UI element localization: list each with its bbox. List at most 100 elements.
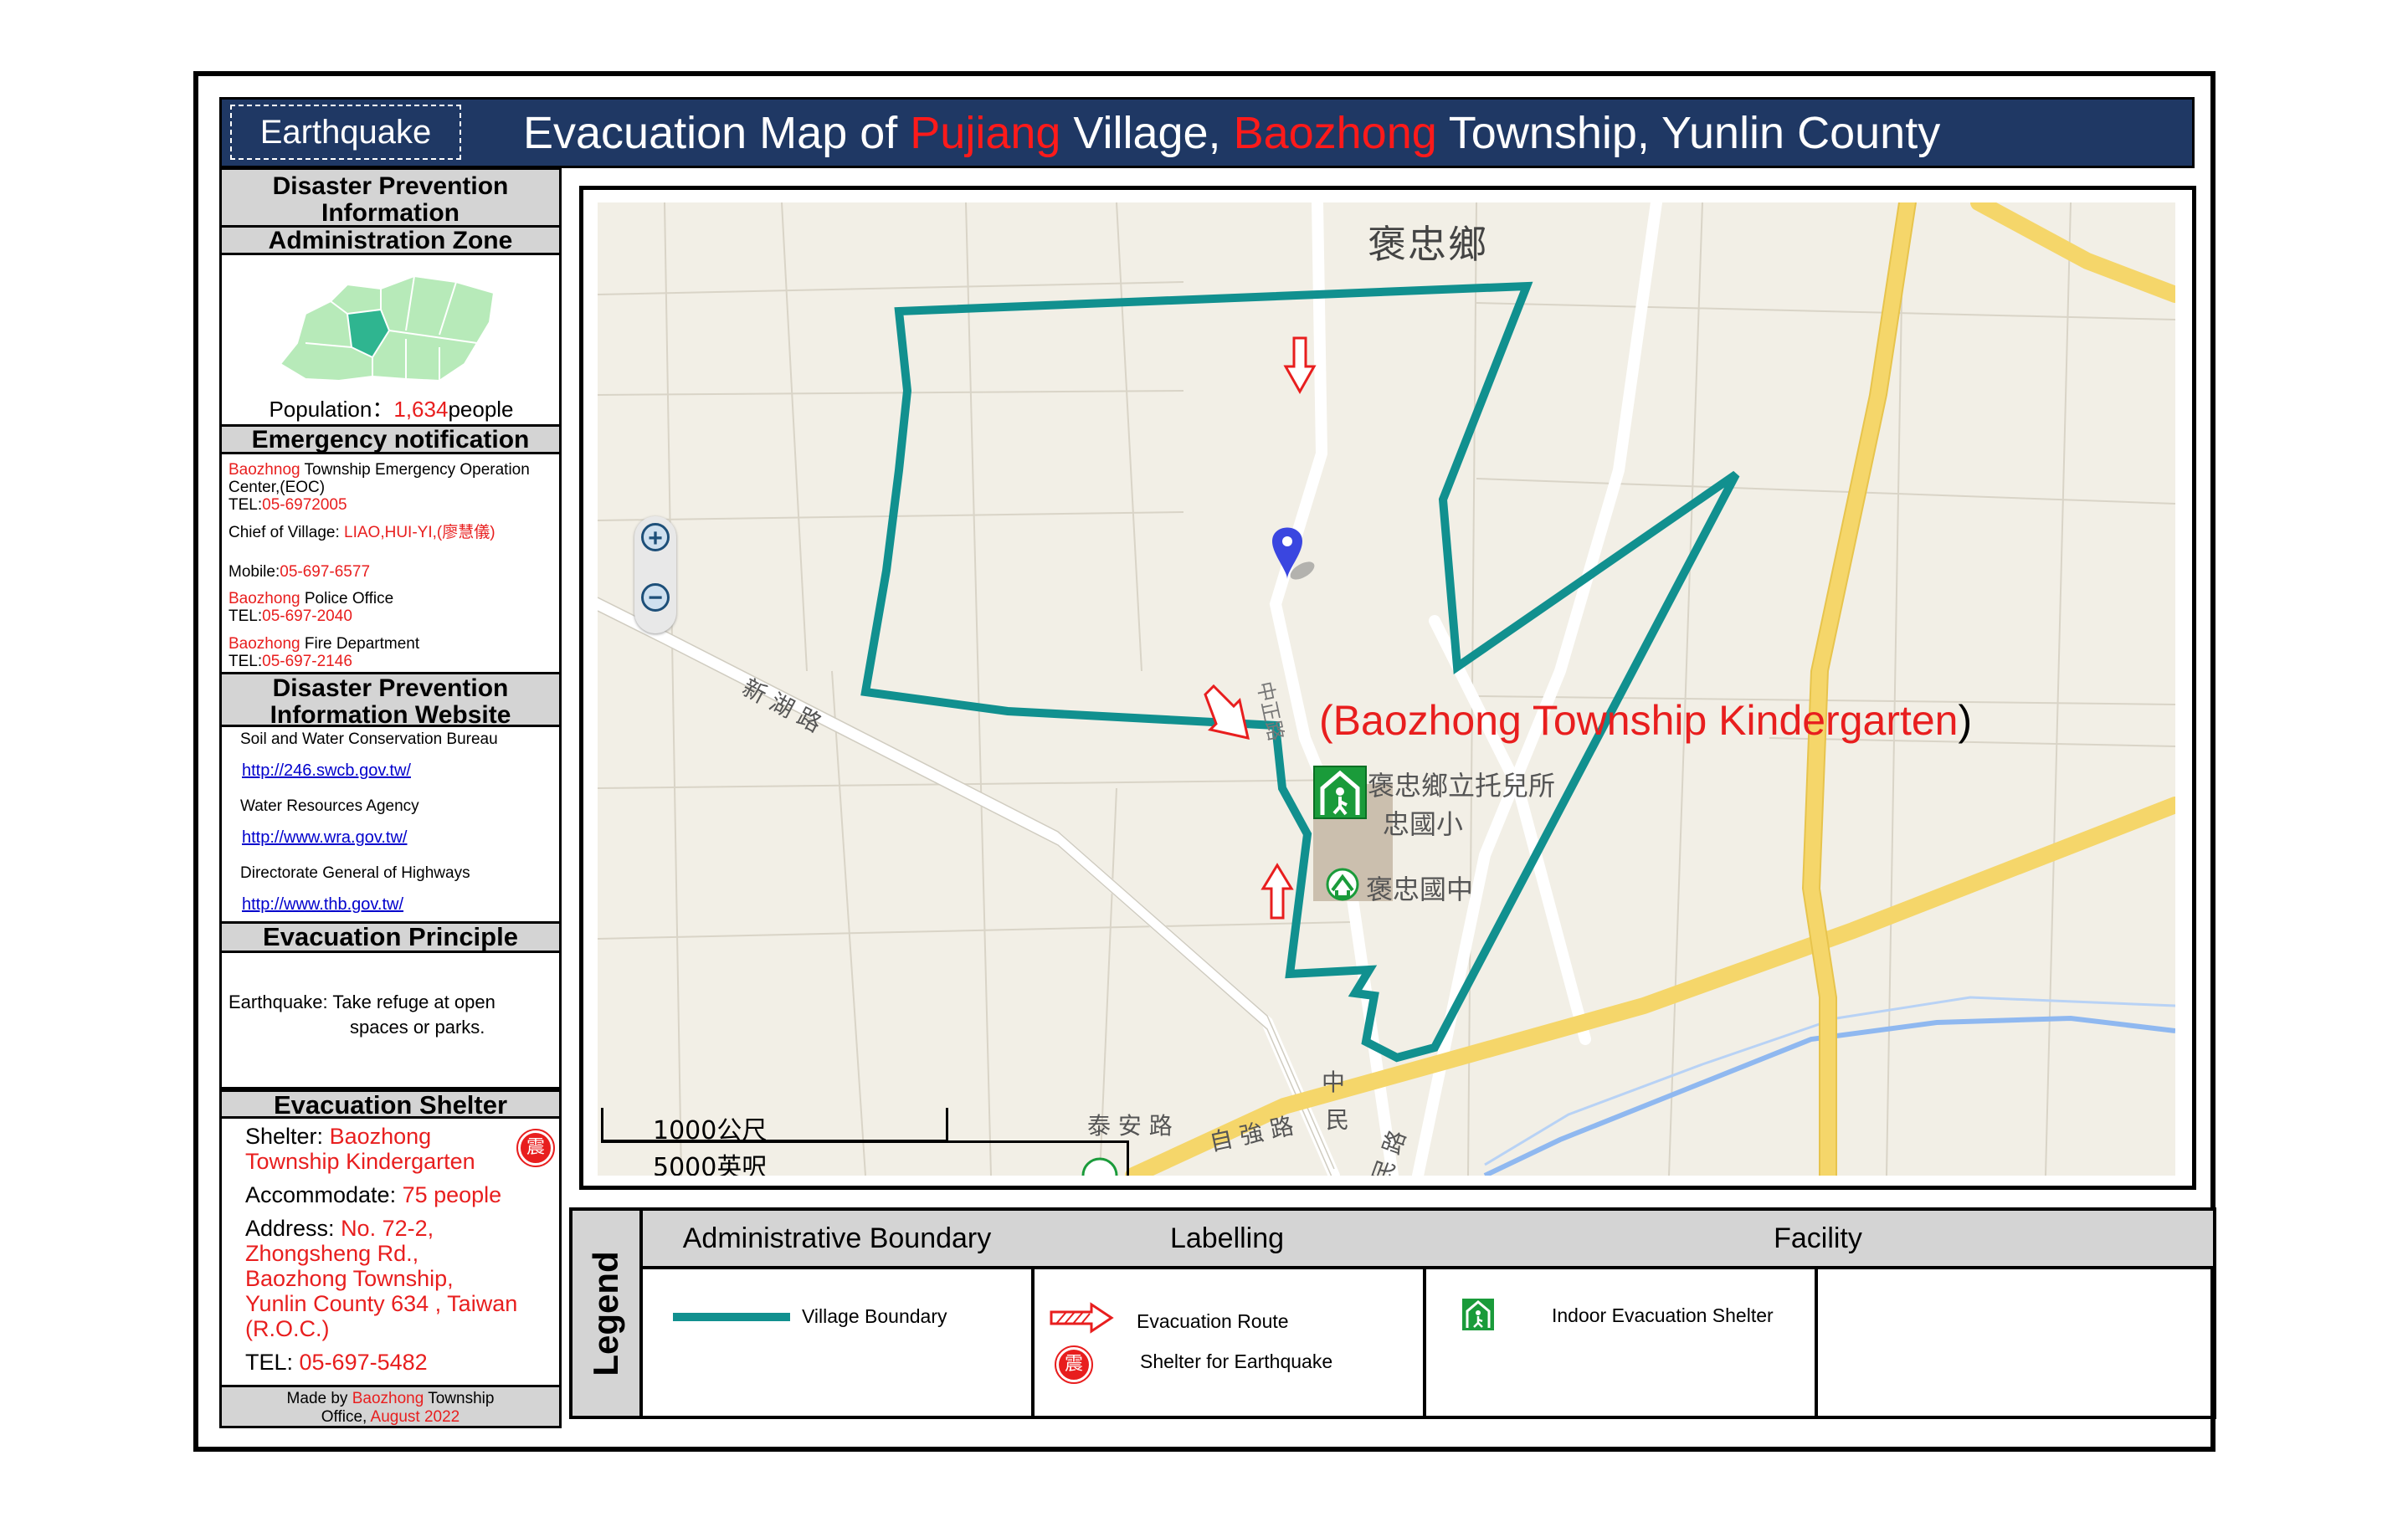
mobile-label: Mobile: xyxy=(228,563,280,581)
administration-zone-map xyxy=(279,274,495,382)
shelter-value: Baozhong xyxy=(329,1124,432,1149)
minor-road-edges xyxy=(598,597,1335,1176)
legend-labelling-column: Labelling Evacuation Route 震 Shelter for… xyxy=(1031,1211,1426,1416)
indoor-shelter-icon xyxy=(1313,766,1367,819)
village-boundary xyxy=(860,281,1740,1063)
made-by-line: Made by Baozhong Township xyxy=(222,1390,559,1408)
callout-open-paren: ( xyxy=(1319,697,1333,744)
disaster-prevention-info-heading: Disaster Prevention Information xyxy=(222,167,559,228)
made-by-text: Made by xyxy=(286,1390,352,1407)
indoor-shelter-label: Indoor Evacuation Shelter xyxy=(1552,1304,1774,1326)
address-line: Baozhong Township, xyxy=(245,1266,454,1291)
accommodate-label: Accommodate: xyxy=(245,1182,403,1207)
callout-close-paren: ) xyxy=(1958,697,1973,744)
fire-name: Fire Department xyxy=(300,635,420,653)
website-heading: Disaster Prevention Information Website xyxy=(222,672,559,729)
address-label: Address: xyxy=(245,1216,341,1241)
disaster-type-tag: Earthquake xyxy=(230,105,461,160)
chief-label: Chief of Village: xyxy=(228,524,345,541)
population: Population：1,634people xyxy=(228,392,554,423)
info-panel: Disaster Prevention Information Administ… xyxy=(219,167,562,1428)
principle-line: Earthquake: Take refuge at open xyxy=(228,992,495,1012)
evacuation-principle-text: Earthquake: Take refuge at open spaces o… xyxy=(228,990,554,1040)
fire-township: Baozhong xyxy=(228,635,300,653)
callout-text: Baozhong Township Kindergarten xyxy=(1332,697,1959,744)
made-by-township: Baozhong xyxy=(352,1390,424,1407)
south-shelter-icon xyxy=(1081,1157,1118,1176)
mobile-value: 05-697-6577 xyxy=(280,563,371,581)
township-label: 褒忠鄉 xyxy=(1368,222,1488,267)
eoc-contact: Baozhnog Township Emergency Operation Ce… xyxy=(228,461,554,514)
evacuation-route-arrow-down xyxy=(1283,336,1317,395)
road-label: 民 xyxy=(1326,1106,1350,1134)
shelter-name: Shelter: Baozhong xyxy=(245,1124,554,1149)
village-boundary-swatch xyxy=(673,1313,790,1321)
legend-title-cell: Legend xyxy=(572,1211,643,1416)
heading-line: Information xyxy=(321,199,460,227)
page-title: Evacuation Map of Pujiang Village, Baozh… xyxy=(523,100,1940,167)
elementary-label: 忠國小 xyxy=(1383,808,1464,840)
police-tel: 05-697-2040 xyxy=(262,607,352,625)
fire-tel-label: TEL: xyxy=(228,653,263,670)
address-line: No. 72-2, xyxy=(341,1216,434,1241)
heading-line: Disaster Prevention xyxy=(272,172,509,200)
site-name: Water Resources Agency xyxy=(240,797,419,815)
address-line: (R.O.C.) xyxy=(245,1316,330,1341)
made-by-date: August 2022 xyxy=(370,1408,460,1426)
title-part: Village, xyxy=(1060,108,1234,158)
evacuation-route-arrow-diagonal xyxy=(1204,684,1250,740)
shelter-capacity: Accommodate: 75 people xyxy=(245,1182,554,1207)
road-label: 泰 安 路 xyxy=(1087,1112,1173,1140)
site-name: Soil and Water Conservation Bureau xyxy=(240,730,498,748)
emergency-notification-heading: Emergency notification xyxy=(222,424,559,454)
eoc-tel-label: TEL: xyxy=(228,496,263,514)
title-village: Pujiang xyxy=(910,108,1061,158)
shelter-address: Address: No. 72-2, xyxy=(245,1216,554,1241)
made-by-footer: Made by Baozhong Township Office, August… xyxy=(222,1385,559,1428)
road-label: 中 xyxy=(1322,1068,1346,1096)
earthquake-shelter-label: Shelter for Earthquake xyxy=(1140,1350,1333,1372)
mobile-contact: Mobile:05-697-6577 xyxy=(228,563,554,581)
evacuation-shelter-heading: Evacuation Shelter xyxy=(222,1087,559,1119)
site-link[interactable]: http://246.swcb.gov.tw/ xyxy=(242,761,554,781)
junior-high-label: 褒忠國中 xyxy=(1366,874,1474,905)
made-by-text: Office, xyxy=(321,1408,371,1426)
kindergarten-label: 褒忠鄉立托兒所 xyxy=(1368,770,1556,802)
site-link[interactable]: http://www.wra.gov.tw/ xyxy=(242,828,554,848)
parcel-lines xyxy=(598,202,2175,1176)
accommodate-value: 75 people xyxy=(402,1182,502,1207)
police-township: Baozhong xyxy=(228,590,300,607)
scale-bar-tick xyxy=(1127,1140,1129,1176)
title-part: Evacuation Map of xyxy=(523,108,911,158)
police-tel-label: TEL: xyxy=(228,607,263,625)
scale-bar-imperial-line xyxy=(601,1140,1127,1143)
principle-line: spaces or parks. xyxy=(350,1017,485,1038)
evacuation-principle-heading: Evacuation Principle xyxy=(222,921,559,953)
title-bar: Earthquake Evacuation Map of Pujiang Vil… xyxy=(219,97,2195,168)
legend-column-heading: Labelling xyxy=(1031,1211,1423,1269)
population-label: Population： xyxy=(269,397,394,422)
shelter-details: Shelter: Baozhong Township Kindergarten … xyxy=(245,1124,554,1375)
zoom-in-button[interactable]: + xyxy=(641,523,670,552)
shelter-label: Shelter: xyxy=(245,1124,330,1149)
scale-label-imperial: 5000英呎 xyxy=(653,1153,768,1176)
shelter-tel: TEL: 05-697-5482 xyxy=(245,1350,554,1375)
fire-contact: Baozhong Fire Department TEL:05-697-2146 xyxy=(228,635,554,670)
title-township: Baozhong xyxy=(1233,108,1437,158)
site-name: Directorate General of Highways xyxy=(240,864,470,882)
village-boundary-label: Village Boundary xyxy=(802,1305,947,1327)
legend-facility-column: Facility Indoor Evacuation Shelter xyxy=(1423,1211,2213,1416)
site-link[interactable]: http://www.thb.gov.tw/ xyxy=(242,895,554,915)
map-view[interactable]: 褒忠鄉 新 湖 路 泰 安 路 自 強 路 中 民 民 路 中正路 褒忠鄉立托兒… xyxy=(598,202,2175,1176)
chief-value: LIAO,HUI-YI,(廖慧儀) xyxy=(344,524,495,541)
legend: Legend Administrative Boundary Village B… xyxy=(569,1207,2216,1419)
earthquake-shelter-icon: 震 xyxy=(516,1129,555,1167)
zoom-out-button[interactable]: − xyxy=(641,583,670,612)
fire-tel: 05-697-2146 xyxy=(262,653,352,670)
police-contact: Baozhong Police Office TEL:05-697-2040 xyxy=(228,590,554,625)
evacuation-route-label: Evacuation Route xyxy=(1137,1310,1289,1332)
chief-contact: Chief of Village: LIAO,HUI-YI,(廖慧儀) xyxy=(228,524,554,541)
address-line: Zhongsheng Rd., xyxy=(245,1241,419,1266)
heading-line: Disaster Prevention xyxy=(272,674,509,702)
indoor-shelter-swatch xyxy=(1462,1299,1494,1330)
